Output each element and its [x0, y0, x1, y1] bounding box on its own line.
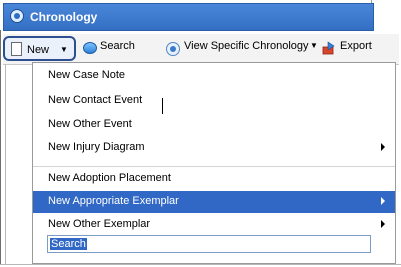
- window-title: Chronology: [30, 10, 98, 24]
- new-button[interactable]: New ▼: [3, 36, 76, 61]
- export-icon[interactable]: [322, 41, 336, 55]
- chronology-icon: [10, 9, 24, 23]
- submenu-arrow-icon: [381, 143, 385, 151]
- chevron-down-icon[interactable]: ▼: [310, 41, 318, 50]
- submenu-arrow-icon: [381, 197, 385, 205]
- menu-item-new-appropriate-exemplar[interactable]: New Appropriate Exemplar: [33, 191, 395, 213]
- menu-item-label: New Case Note: [48, 69, 126, 81]
- text-cursor: [162, 98, 163, 114]
- window-bottom-border: [0, 264, 401, 265]
- menu-shadow-edge: [5, 64, 6, 264]
- menu-item-new-other-exemplar[interactable]: New Other Exemplar: [33, 214, 395, 236]
- window-left-border: [0, 30, 1, 264]
- view-specific-chronology-button[interactable]: View Specific Chronology: [184, 40, 309, 52]
- search-icon[interactable]: [83, 42, 97, 54]
- search-button[interactable]: Search: [100, 40, 135, 52]
- menu-item-new-other-event[interactable]: New Other Event: [33, 114, 395, 136]
- menu-item-new-contact-event[interactable]: New Contact Event: [33, 90, 395, 112]
- menu-item-label: New Adoption Placement: [48, 172, 171, 184]
- chronology-view-icon[interactable]: [166, 42, 180, 56]
- menu-item-label: New Appropriate Exemplar: [48, 195, 179, 207]
- menu-item-label: New Contact Event: [48, 94, 143, 106]
- menu-item-new-injury-diagram[interactable]: New Injury Diagram: [33, 137, 395, 159]
- toolbar: New ▼ Search View Specific Chronology ▼ …: [3, 34, 399, 65]
- new-document-icon: [11, 42, 22, 56]
- menu-search-input[interactable]: Search: [47, 235, 371, 253]
- menu-search-value: Search: [50, 238, 87, 250]
- menu-item-label: New Other Event: [48, 118, 132, 130]
- new-menu: New Case Note New Contact Event New Othe…: [32, 62, 396, 264]
- new-button-label: New: [27, 44, 50, 56]
- menu-item-label: New Injury Diagram: [48, 141, 145, 153]
- menu-item-new-adoption-placement[interactable]: New Adoption Placement: [33, 168, 395, 190]
- menu-item-new-case-note[interactable]: New Case Note: [33, 65, 395, 87]
- submenu-arrow-icon: [381, 220, 385, 228]
- title-bar: Chronology: [3, 3, 374, 31]
- menu-separator: [33, 166, 395, 167]
- export-button[interactable]: Export: [340, 40, 372, 52]
- chevron-down-icon: ▼: [60, 45, 68, 54]
- menu-item-label: New Other Exemplar: [48, 218, 151, 230]
